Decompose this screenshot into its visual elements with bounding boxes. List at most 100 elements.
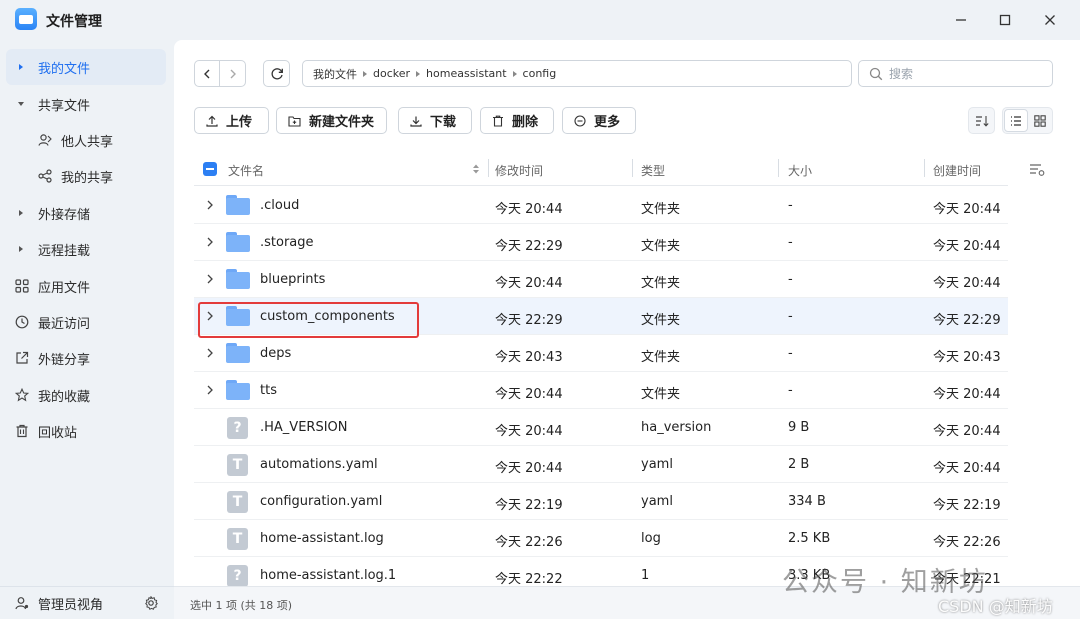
new-folder-button[interactable]: 新建文件夹 xyxy=(276,107,387,134)
created-time: 今天 20:44 xyxy=(933,202,1001,217)
sort-arrows-icon[interactable] xyxy=(472,163,480,175)
trash-icon xyxy=(16,424,28,438)
close-icon xyxy=(1045,15,1055,25)
table-row[interactable]: .cloud 今天 20:44 文件夹 - 今天 20:44 xyxy=(194,187,1008,224)
list-view-button[interactable] xyxy=(1004,109,1028,132)
table-row[interactable]: Thome-assistant.log 今天 22:26 log 2.5 KB 今天 2… xyxy=(194,520,1008,557)
column-divider[interactable] xyxy=(632,159,633,177)
download-button[interactable]: 下载 xyxy=(398,107,472,134)
breadcrumb-separator-icon xyxy=(512,70,517,77)
file-name: .cloud xyxy=(260,198,300,213)
file-name: custom_components xyxy=(260,309,395,324)
file-type: yaml xyxy=(641,457,673,472)
sidebar-item-label: 回收站 xyxy=(38,425,78,441)
breadcrumb-separator-icon xyxy=(416,70,421,77)
more-label: 更多 xyxy=(594,115,621,130)
delete-button[interactable]: 删除 xyxy=(480,107,554,134)
column-settings-icon[interactable] xyxy=(1029,163,1045,177)
file-size: - xyxy=(788,346,793,361)
file-size: 2 B xyxy=(788,457,810,472)
caret-right-icon xyxy=(19,210,23,216)
file-type: yaml xyxy=(641,494,673,509)
table-row[interactable]: custom_components 今天 22:29 文件夹 - 今天 22:29 xyxy=(194,298,1008,335)
sidebar-item-my-files[interactable]: 我的文件 xyxy=(6,49,166,85)
sidebar-item-external-links[interactable]: 外链分享 xyxy=(6,340,166,376)
expand-chevron-icon[interactable] xyxy=(206,200,214,210)
caret-right-icon xyxy=(19,246,23,252)
search-box xyxy=(858,60,1053,87)
star-icon xyxy=(15,388,29,402)
column-divider[interactable] xyxy=(488,159,489,177)
watermark-csdn: CSDN @知新坊 xyxy=(938,597,1053,616)
expand-chevron-icon[interactable] xyxy=(206,237,214,247)
column-divider[interactable] xyxy=(924,159,925,177)
breadcrumb-item[interactable]: homeassistant xyxy=(426,67,507,80)
minimize-button[interactable] xyxy=(949,8,973,32)
column-header-created[interactable]: 创建时间 xyxy=(933,162,981,179)
folder-icon xyxy=(226,306,250,326)
table-row[interactable]: deps 今天 20:43 文件夹 - 今天 20:43 xyxy=(194,335,1008,372)
sidebar-item-shared-files[interactable]: 共享文件 xyxy=(6,86,166,122)
admin-view-toggle[interactable]: 管理员视角 xyxy=(6,585,126,619)
sidebar-item-shared-with-me[interactable]: 他人共享 xyxy=(6,122,166,158)
text-file-icon: T xyxy=(227,454,248,476)
more-button[interactable]: 更多 xyxy=(562,107,636,134)
modified-time: 今天 22:26 xyxy=(495,535,563,550)
modified-time: 今天 22:19 xyxy=(495,498,563,513)
settings-gear-icon[interactable] xyxy=(144,596,158,610)
sidebar-item-remote-mount[interactable]: 远程挂载 xyxy=(6,231,166,267)
table-row[interactable]: ? .HA_VERSION 今天 20:44 ha_version 9 B 今天 20:4… xyxy=(194,409,1008,446)
table-row[interactable]: Tconfiguration.yaml 今天 22:19 yaml 334 B 今天 2… xyxy=(194,483,1008,520)
expand-chevron-icon[interactable] xyxy=(206,274,214,284)
table-row[interactable]: blueprints 今天 20:44 文件夹 - 今天 20:44 xyxy=(194,261,1008,298)
file-name: home-assistant.log.1 xyxy=(260,568,397,583)
breadcrumb-item[interactable]: docker xyxy=(373,67,410,80)
sidebar-item-label: 我的共享 xyxy=(61,170,114,186)
sidebar-item-recent[interactable]: 最近访问 xyxy=(6,304,166,340)
expand-chevron-icon[interactable] xyxy=(206,348,214,358)
file-size: 9 B xyxy=(788,420,810,435)
sidebar-footer: 管理员视角 xyxy=(0,586,174,619)
modified-time: 今天 22:22 xyxy=(495,572,563,587)
sidebar-item-external-storage[interactable]: 外接存储 xyxy=(6,195,166,231)
grid-view-icon[interactable] xyxy=(1034,115,1046,127)
search-input[interactable] xyxy=(889,65,1039,83)
select-all-checkbox[interactable] xyxy=(203,162,217,176)
file-name: home-assistant.log xyxy=(260,531,384,546)
sort-button[interactable] xyxy=(968,107,995,134)
back-button[interactable] xyxy=(194,60,220,87)
table-row[interactable]: tts 今天 20:44 文件夹 - 今天 20:44 xyxy=(194,372,1008,409)
refresh-button[interactable] xyxy=(263,60,290,87)
text-file-icon: T xyxy=(227,491,248,513)
table-row[interactable]: Tautomations.yaml 今天 20:44 yaml 2 B 今天 20:44 xyxy=(194,446,1008,483)
expand-chevron-icon[interactable] xyxy=(206,311,214,321)
folder-icon xyxy=(226,269,250,289)
maximize-button[interactable] xyxy=(993,8,1017,32)
column-header-size[interactable]: 大小 xyxy=(788,162,812,179)
column-header-modified[interactable]: 修改时间 xyxy=(495,162,543,179)
created-time: 今天 20:44 xyxy=(933,276,1001,291)
unknown-file-icon: ? xyxy=(227,417,248,439)
column-header-type[interactable]: 类型 xyxy=(641,162,665,179)
modified-time: 今天 22:29 xyxy=(495,239,563,254)
sidebar-item-label: 远程挂载 xyxy=(38,243,91,259)
file-name: .HA_VERSION xyxy=(260,420,348,435)
sidebar-item-app-files[interactable]: 应用文件 xyxy=(6,268,166,304)
forward-button[interactable] xyxy=(219,60,246,87)
file-type: ha_version xyxy=(641,420,712,435)
upload-button[interactable]: 上传 xyxy=(194,107,269,134)
sidebar-item-favorites[interactable]: 我的收藏 xyxy=(6,377,166,413)
column-header-name[interactable]: 文件名 xyxy=(228,162,264,179)
breadcrumb-item[interactable]: 我的文件 xyxy=(313,66,357,82)
column-divider[interactable] xyxy=(778,159,779,177)
sidebar-item-trash[interactable]: 回收站 xyxy=(6,413,166,449)
sidebar-item-my-shares[interactable]: 我的共享 xyxy=(6,158,166,194)
modified-time: 今天 20:44 xyxy=(495,202,563,217)
new-folder-label: 新建文件夹 xyxy=(309,115,375,130)
breadcrumb-item-current[interactable]: config xyxy=(523,67,557,80)
folder-icon xyxy=(226,195,250,215)
expand-chevron-icon[interactable] xyxy=(206,385,214,395)
main-panel: 我的文件 docker homeassistant config 上传 新建文件… xyxy=(174,40,1080,594)
close-button[interactable] xyxy=(1038,8,1062,32)
table-row[interactable]: .storage 今天 22:29 文件夹 - 今天 20:44 xyxy=(194,224,1008,261)
